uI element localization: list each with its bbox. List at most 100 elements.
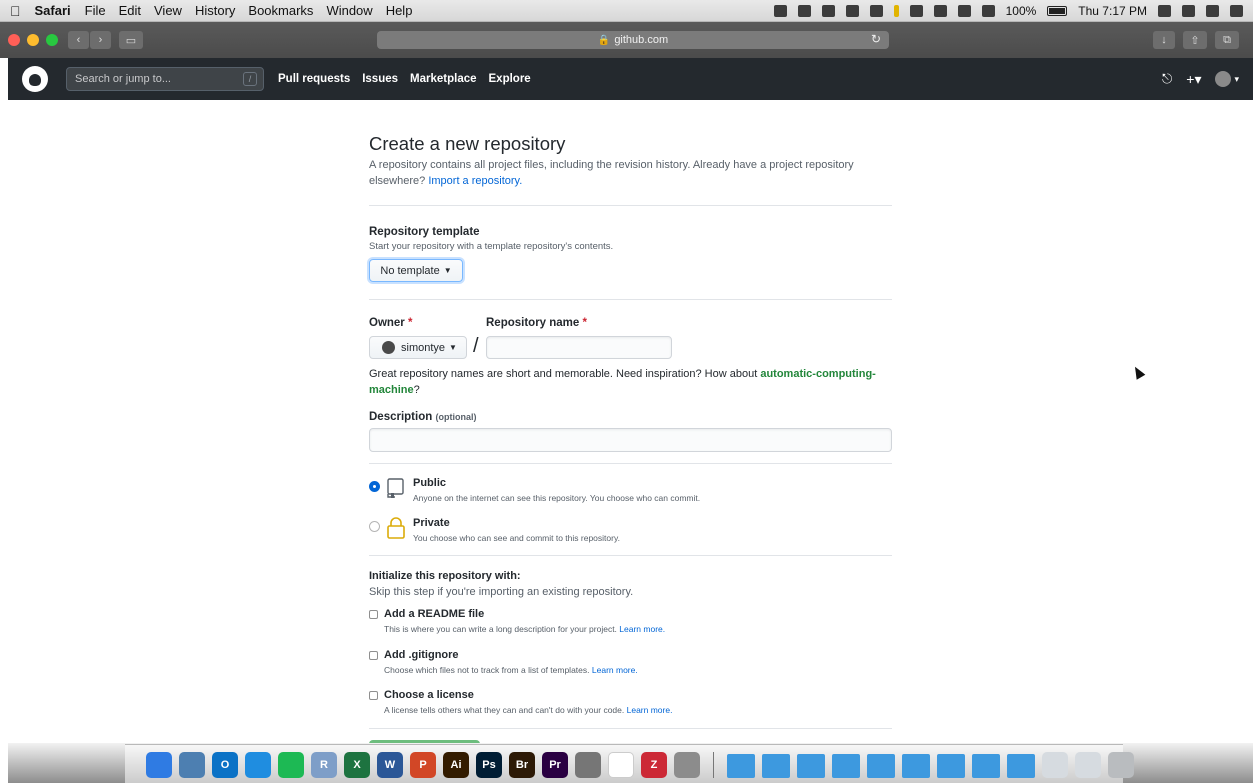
folder-icon[interactable] [867,754,895,778]
license-title[interactable]: Choose a license [384,689,474,701]
share-button[interactable]: ⇧ [1183,31,1207,49]
preview-icon[interactable] [179,752,205,778]
location-icon[interactable] [773,4,787,17]
lock-icon: 🔒 [597,34,611,46]
mouse-cursor-icon [1130,364,1146,380]
word-icon[interactable]: W [377,752,403,778]
search-input[interactable]: Search or jump to... / [66,67,264,91]
nav-pull-requests[interactable]: Pull requests [278,73,350,85]
photoshop-icon[interactable]: Ps [476,752,502,778]
notes-icon[interactable] [797,4,811,17]
gitignore-title[interactable]: Add .gitignore [384,649,459,661]
readme-checkbox[interactable] [369,610,378,619]
dock-separator [713,752,714,778]
license-learn-more-link[interactable]: Learn more. [627,705,673,715]
bluetooth-icon[interactable] [957,4,971,17]
readme-learn-more-link[interactable]: Learn more. [619,624,665,634]
spotlight-icon[interactable] [1158,4,1171,17]
menu-edit[interactable]: Edit [119,3,141,18]
owner-repo-separator: / [473,335,479,357]
address-bar[interactable]: 🔒 github.com ↻ [377,31,889,49]
sidebar-button[interactable]: ▭ [119,31,143,49]
trash-icon[interactable] [1108,752,1134,778]
nav-explore[interactable]: Explore [489,73,531,85]
time-machine-icon[interactable] [933,4,947,17]
github-logo-icon[interactable] [22,66,48,92]
folder-icon[interactable] [937,754,965,778]
public-radio[interactable] [369,481,380,492]
close-window-button[interactable] [8,34,20,46]
battery-app-icon[interactable] [893,4,899,17]
creative-cloud-icon[interactable] [845,4,859,17]
wifi-icon[interactable] [981,4,995,17]
folder-icon[interactable] [1007,754,1035,778]
readme-note-text: This is where you can write a long descr… [384,624,617,634]
menu-bookmarks[interactable]: Bookmarks [248,3,313,18]
folder-icon[interactable] [762,754,790,778]
mimestream-icon[interactable] [575,752,601,778]
menu-app-name[interactable]: Safari [35,3,71,18]
gitignore-learn-more-link[interactable]: Learn more. [592,665,638,675]
template-dropdown[interactable]: No template ▼ [369,259,463,282]
tabs-button[interactable]: ⧉ [1215,31,1239,49]
create-new-dropdown[interactable]: +▾ [1186,71,1201,88]
license-checkbox[interactable] [369,691,378,700]
private-title: Private [413,517,450,529]
folder-icon[interactable] [972,754,1000,778]
menu-view[interactable]: View [154,3,182,18]
menu-window[interactable]: Window [326,3,372,18]
spotify-icon[interactable] [278,752,304,778]
menu-file[interactable]: File [85,3,106,18]
owner-avatar [382,341,395,354]
reload-icon[interactable]: ↻ [871,32,881,46]
outlook-icon[interactable]: O [212,752,238,778]
slack-icon[interactable] [608,752,634,778]
minimize-window-button[interactable] [27,34,39,46]
display-icon[interactable] [909,4,923,17]
nav-issues[interactable]: Issues [362,73,398,85]
owner-dropdown[interactable]: simontye ▼ [369,336,467,359]
bell-icon[interactable]: ⎋ [1162,71,1172,87]
private-radio[interactable] [369,521,380,532]
siri-icon[interactable] [1206,4,1219,17]
readme-title[interactable]: Add a README file [384,608,484,620]
documents-stack-icon[interactable] [1075,752,1101,778]
init-label: Initialize this repository with: [369,570,521,582]
zotero-icon[interactable]: Z [641,752,667,778]
description-input[interactable] [369,428,892,452]
folder-icon[interactable] [832,754,860,778]
import-repository-link[interactable]: Import a repository. [428,175,522,187]
back-button[interactable]: ‹ [68,31,89,49]
downloads-stack-icon[interactable] [1042,752,1068,778]
vpn-icon[interactable] [869,4,883,17]
apple-icon[interactable]:  [10,3,21,19]
repository-name-input[interactable] [486,336,672,359]
folder-icon[interactable] [797,754,825,778]
system-preferences-icon[interactable] [674,752,700,778]
menu-help[interactable]: Help [386,3,413,18]
folder-icon[interactable] [902,754,930,778]
zoom-window-button[interactable] [46,34,58,46]
screen-icon[interactable] [1182,4,1195,17]
illustrator-icon[interactable]: Ai [443,752,469,778]
powerpoint-icon[interactable]: P [410,752,436,778]
premiere-icon[interactable]: Pr [542,752,568,778]
notification-center-icon[interactable] [1230,4,1243,17]
downloads-button[interactable]: ↓ [1153,31,1175,49]
profile-menu[interactable]: ▾ [1215,71,1239,87]
r-icon[interactable]: R [311,752,337,778]
excel-icon[interactable]: X [344,752,370,778]
nav-marketplace[interactable]: Marketplace [410,73,476,85]
required-marker: * [582,317,587,329]
forward-button[interactable]: › [90,31,111,49]
clock[interactable]: Thu 7:17 PM [1078,4,1147,18]
safari-icon[interactable] [245,752,271,778]
folder-icon[interactable] [727,754,755,778]
battery-icon[interactable] [1047,5,1068,16]
menu-history[interactable]: History [195,3,235,18]
gitignore-checkbox[interactable] [369,651,378,660]
bridge-icon[interactable]: Br [509,752,535,778]
dropbox-icon[interactable] [821,4,835,17]
finder-icon[interactable] [146,752,172,778]
search-shortcut-key: / [243,72,257,86]
